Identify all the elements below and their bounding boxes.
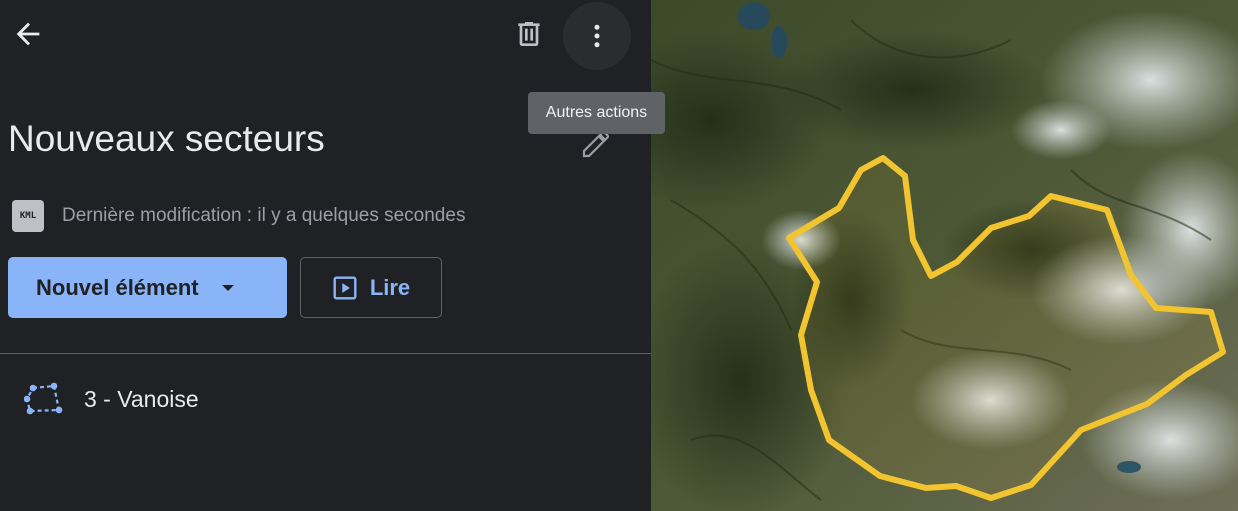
- divider: [0, 353, 651, 354]
- feature-label: 3 - Vanoise: [84, 385, 199, 412]
- last-modified-text: Dernière modification : il y a quelques …: [62, 205, 466, 226]
- side-panel: Nouveaux secteurs KML Dernière modificat…: [0, 0, 651, 511]
- arrow-back-icon: [16, 22, 40, 46]
- feature-list-item[interactable]: 3 - Vanoise: [24, 370, 624, 428]
- project-title: Nouveaux secteurs: [8, 118, 325, 159]
- new-element-label: Nouvel élément: [36, 274, 199, 300]
- play-label: Lire: [369, 274, 411, 300]
- play-icon: [333, 276, 357, 299]
- kml-file-icon: KML: [12, 200, 44, 232]
- play-button[interactable]: Lire: [300, 257, 442, 318]
- map-imagery: [651, 0, 1238, 511]
- kml-badge-text: KML: [19, 211, 37, 221]
- back-button[interactable]: [4, 10, 52, 58]
- delete-button[interactable]: [505, 10, 553, 58]
- caret-down-icon: [221, 284, 235, 292]
- polygon-icon: [24, 382, 63, 415]
- satellite-map[interactable]: [651, 0, 1238, 511]
- last-modified-row: KML Dernière modification : il y a quelq…: [12, 199, 465, 233]
- new-element-button[interactable]: Nouvel élément: [8, 257, 287, 318]
- more-actions-button[interactable]: [563, 2, 631, 70]
- trash-icon: [518, 22, 540, 46]
- more-vertical-icon: [594, 24, 600, 48]
- more-actions-tooltip: Autres actions: [528, 92, 665, 134]
